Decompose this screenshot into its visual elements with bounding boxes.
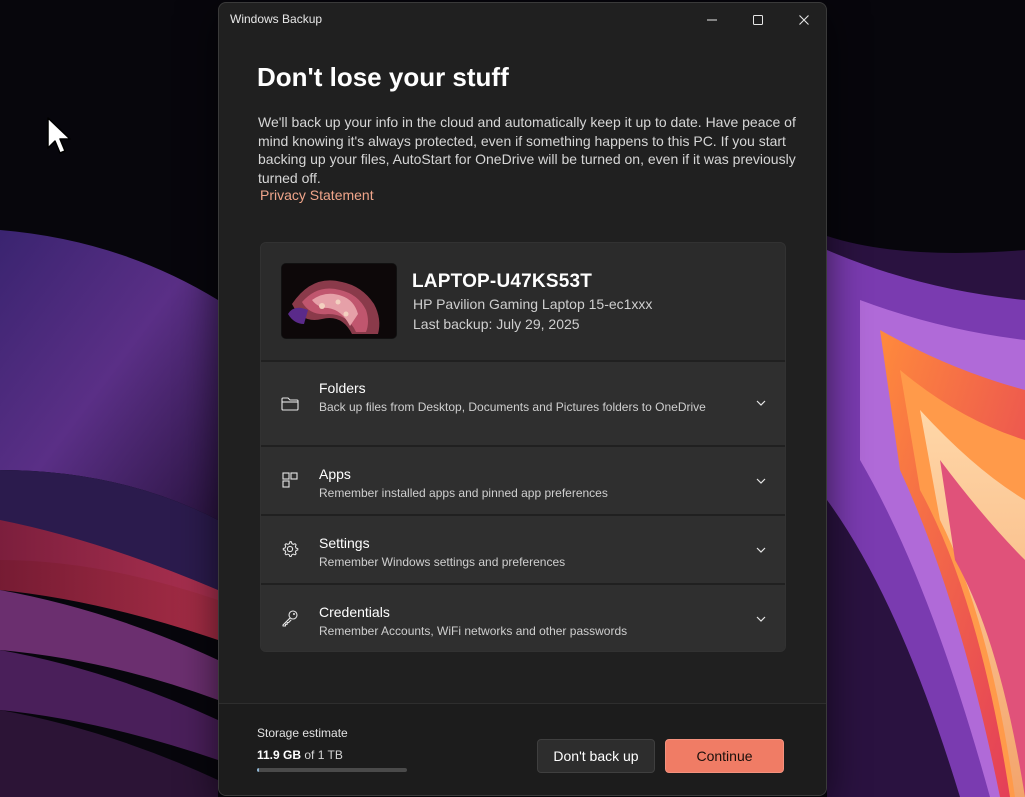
window-title: Windows Backup xyxy=(230,12,323,26)
close-icon xyxy=(799,15,809,25)
storage-total: of 1 TB xyxy=(304,748,343,762)
close-button[interactable] xyxy=(781,3,826,37)
device-model: HP Pavilion Gaming Laptop 15-ec1xxx xyxy=(413,296,653,312)
settings-subtitle: Remember Windows settings and preference… xyxy=(319,555,566,569)
storage-used: 11.9 GB xyxy=(257,748,302,762)
gear-icon xyxy=(282,540,299,558)
folders-section[interactable]: Folders Back up files from Desktop, Docu… xyxy=(261,362,785,445)
apps-title: Apps xyxy=(319,466,351,482)
last-backup-date: Last backup: July 29, 2025 xyxy=(413,316,580,332)
key-icon xyxy=(282,610,298,627)
apps-icon xyxy=(282,472,298,488)
maximize-button[interactable] xyxy=(735,3,781,37)
maximize-icon xyxy=(753,15,763,25)
storage-progress-fill xyxy=(257,768,260,772)
apps-subtitle: Remember installed apps and pinned app p… xyxy=(319,486,608,500)
device-wallpaper-image xyxy=(282,264,396,338)
device-info: LAPTOP-U47KS53T HP Pavilion Gaming Lapto… xyxy=(261,243,785,360)
settings-section[interactable]: Settings Remember Windows settings and p… xyxy=(261,516,785,583)
chevron-down-icon[interactable] xyxy=(755,397,767,409)
folder-icon xyxy=(281,397,299,411)
mouse-cursor-icon xyxy=(47,117,71,154)
privacy-statement-link[interactable]: Privacy Statement xyxy=(260,187,374,203)
storage-amount: 11.9 GB of 1 TB xyxy=(257,748,343,762)
dont-back-up-button[interactable]: Don't back up xyxy=(537,739,655,773)
chevron-down-icon[interactable] xyxy=(755,613,767,625)
settings-title: Settings xyxy=(319,535,370,551)
folders-title: Folders xyxy=(319,380,366,396)
footer-bar: Storage estimate 11.9 GB of 1 TB Don't b… xyxy=(219,703,826,795)
minimize-button[interactable] xyxy=(689,3,735,37)
backup-options-card: LAPTOP-U47KS53T HP Pavilion Gaming Lapto… xyxy=(260,242,786,652)
credentials-title: Credentials xyxy=(319,604,390,620)
description-text: We'll back up your info in the cloud and… xyxy=(258,114,796,186)
credentials-section[interactable]: Credentials Remember Accounts, WiFi netw… xyxy=(261,585,785,651)
credentials-subtitle: Remember Accounts, WiFi networks and oth… xyxy=(319,624,628,638)
apps-section[interactable]: Apps Remember installed apps and pinned … xyxy=(261,447,785,514)
device-name: LAPTOP-U47KS53T xyxy=(412,271,593,292)
chevron-down-icon[interactable] xyxy=(755,475,767,487)
windows-backup-window: Windows Backup Don't lose your stuff We'… xyxy=(218,2,827,796)
device-wallpaper-thumbnail xyxy=(281,263,397,339)
page-title: Don't lose your stuff xyxy=(257,62,509,92)
minimize-icon xyxy=(707,19,717,21)
storage-estimate-label: Storage estimate xyxy=(257,726,348,740)
folders-subtitle: Back up files from Desktop, Documents an… xyxy=(319,400,706,414)
continue-button[interactable]: Continue xyxy=(665,739,784,773)
title-bar[interactable]: Windows Backup xyxy=(219,3,826,37)
storage-progress-bar xyxy=(257,768,407,772)
chevron-down-icon[interactable] xyxy=(755,544,767,556)
